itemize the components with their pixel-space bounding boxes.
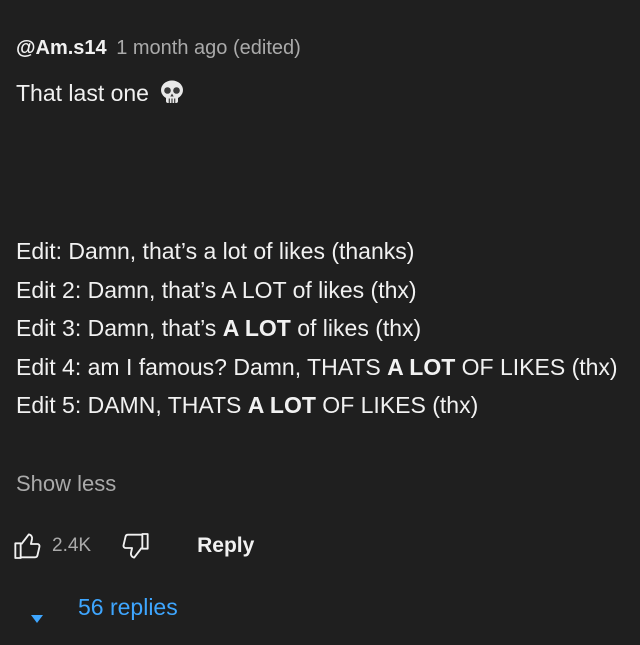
comment-timestamp[interactable]: 1 month ago (edited): [116, 37, 301, 59]
thumbs-down-icon[interactable]: [117, 528, 153, 564]
edit-label: Edit 2:: [16, 276, 82, 303]
edit-text-bold: A LOT: [222, 315, 291, 341]
edit-line: Edit 4: am I famous? Damn, THATS A LOT O…: [16, 348, 628, 387]
edit-text: OF LIKES (thx): [315, 392, 479, 418]
edit-text: of likes (thx): [290, 315, 422, 341]
replies-count-label: 56 replies: [78, 594, 178, 620]
comment-text-first-line: That last one: [16, 78, 628, 108]
edit-text: Damn, that’s A LOT of likes (thx): [87, 276, 417, 303]
edit-line: Edit 3: Damn, that’s A LOT of likes (thx…: [16, 309, 628, 348]
edit-text-bold: A LOT: [387, 353, 456, 380]
edit-text: Damn, that’s: [87, 315, 223, 341]
edit-label: Edit 5:: [16, 392, 82, 418]
comment-meta: @Am.s14 1 month ago (edited): [16, 34, 628, 62]
show-less-button[interactable]: Show less: [16, 468, 116, 500]
thumbs-up-icon[interactable]: [10, 528, 46, 564]
view-replies-button[interactable]: 56 replies: [30, 594, 178, 623]
comment-edits: Edit: Damn, that’s a lot of likes (thank…: [16, 232, 628, 425]
caret-down-icon: [30, 603, 44, 623]
edit-text: DAMN, THATS: [87, 392, 248, 418]
edit-label: Edit 3:: [16, 315, 82, 341]
comment-author[interactable]: @Am.s14: [16, 37, 107, 59]
skull-icon: [157, 79, 187, 107]
edit-line: Edit 5: DAMN, THATS A LOT OF LIKES (thx): [16, 386, 628, 425]
edit-label: Edit:: [16, 238, 63, 264]
comment-actions: 2.4K Reply: [10, 528, 254, 564]
edit-text: am I famous? Damn, THATS: [87, 353, 388, 380]
edit-text-bold: A LOT: [247, 392, 316, 418]
comment: @Am.s14 1 month ago (edited) That last o…: [14, 34, 628, 623]
edit-text: Damn, that’s a lot of likes (thanks): [68, 238, 415, 264]
like-count: 2.4K: [52, 535, 92, 556]
comment-text: That last one: [16, 80, 149, 106]
edit-line: Edit: Damn, that’s a lot of likes (thank…: [16, 232, 628, 271]
reply-button[interactable]: Reply: [197, 534, 254, 558]
edit-label: Edit 4:: [16, 353, 82, 380]
edit-line: Edit 2: Damn, that’s A LOT of likes (thx…: [16, 271, 628, 310]
edit-text: OF LIKES (thx): [455, 353, 618, 380]
